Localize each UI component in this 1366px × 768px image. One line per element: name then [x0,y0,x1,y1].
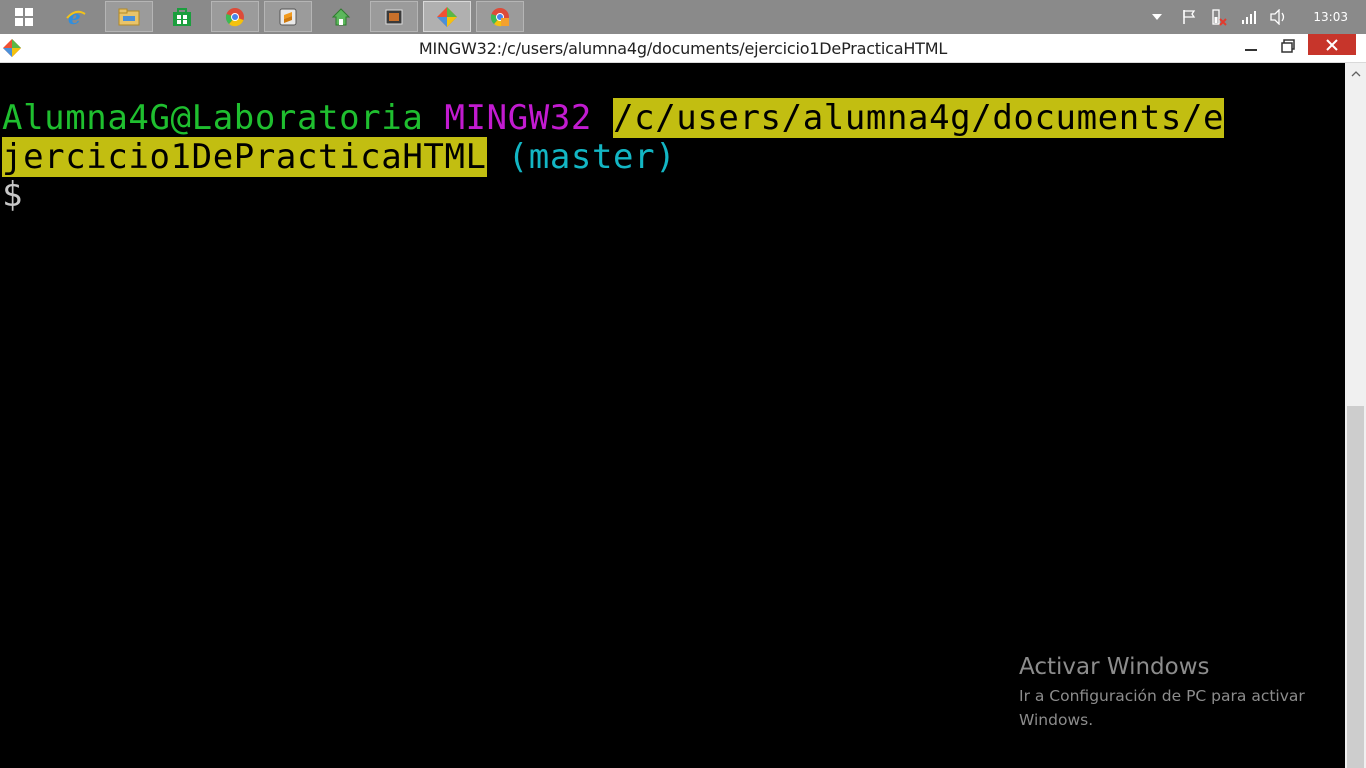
scrollbar-thumb[interactable] [1347,406,1364,768]
taskbar-chrome-canary[interactable] [476,1,524,32]
minimize-button[interactable] [1234,34,1268,58]
prompt-symbol: $ [2,175,24,215]
watermark-subtitle: Ir a Configuración de PC para activar Wi… [1019,687,1305,729]
taskbar-git-bash[interactable] [423,1,471,32]
start-button[interactable] [0,1,48,32]
tray-overflow-button[interactable] [1148,0,1166,34]
maximize-button[interactable] [1270,34,1306,58]
prompt-git-branch: (master) [507,137,677,177]
prompt-path-part2: jercicio1DePracticaHTML [2,137,487,177]
prompt-line-2: jercicio1DePracticaHTML (master) [2,137,677,177]
vertical-scrollbar[interactable] [1345,63,1366,768]
taskbar-chrome[interactable] [211,1,259,32]
close-icon [1326,38,1338,51]
tray-network[interactable] [1238,0,1260,34]
chrome-canary-icon [490,7,509,26]
windows-start-icon [15,7,33,26]
chevron-up-icon [1351,70,1360,76]
close-button[interactable] [1308,34,1356,55]
prompt-line-1: Alumna4G@Laboratoria MINGW32 /c/users/al… [2,98,1225,138]
prompt-path-part1: /c/users/alumna4g/documents/e [613,98,1225,138]
tray-action-center[interactable] [1178,0,1200,34]
window-title: MINGW32:/c/users/alumna4g/documents/ejer… [418,39,948,58]
taskbar-clock[interactable]: 13:03 [1313,0,1348,34]
action-center-flag-icon [1183,10,1196,24]
taskbar-internet-explorer[interactable]: e [52,1,100,32]
watermark-title: Activar Windows [1019,654,1210,680]
windows-store-icon [173,7,191,26]
minimize-icon [1245,49,1257,51]
taskbar-home-app[interactable] [317,1,365,32]
home-app-icon [331,7,351,25]
chrome-icon [225,7,244,26]
prompt-user-host: Alumna4G@Laboratoria [2,98,424,138]
taskbar: e 13:03 [0,0,1366,34]
window-titlebar[interactable]: MINGW32:/c/users/alumna4g/documents/ejer… [0,34,1366,63]
file-explorer-icon [118,8,140,25]
maximize-icon [1281,39,1295,53]
taskbar-file-explorer[interactable] [105,1,153,32]
internet-explorer-icon: e [66,6,86,28]
scroll-up-button[interactable] [1345,63,1366,84]
taskbar-sublime-text[interactable] [264,1,312,32]
power-plug-icon [1212,9,1227,26]
git-bash-icon [437,6,457,27]
svg-text:e: e [68,6,81,28]
prompt-system: MINGW32 [444,98,592,138]
volume-icon [1270,9,1285,25]
sublime-text-icon [279,8,297,25]
network-signal-icon [1242,11,1256,24]
activation-watermark: Activar Windows Ir a Configuración de PC… [1019,652,1319,732]
slideshow-app-icon [385,9,403,24]
taskbar-windows-store[interactable] [158,1,206,32]
chevron-up-icon [1152,14,1162,20]
taskbar-slideshow-app[interactable] [370,1,418,32]
tray-volume[interactable] [1268,0,1290,34]
tray-power[interactable] [1208,0,1230,34]
